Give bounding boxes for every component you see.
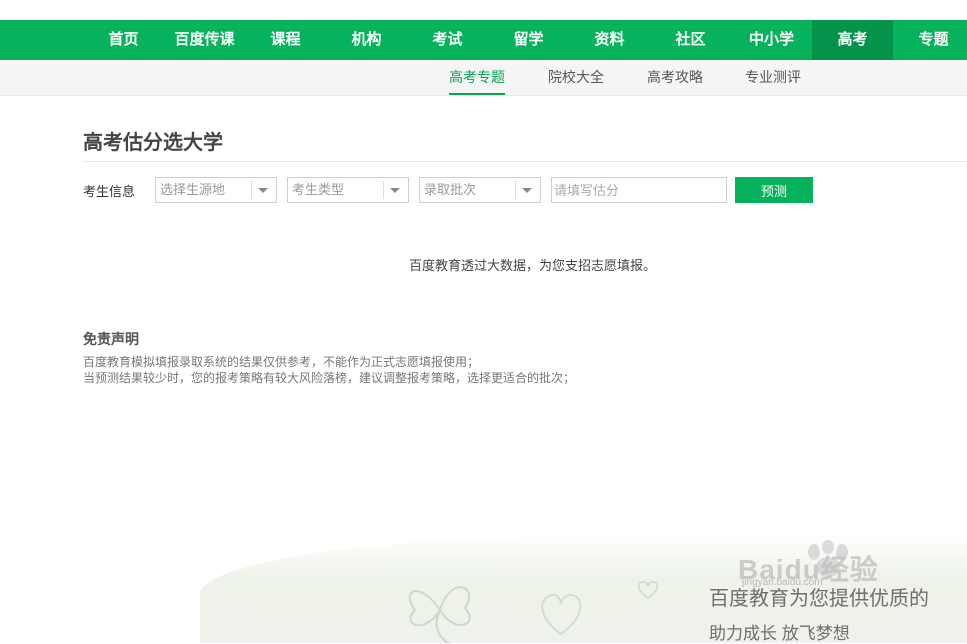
nav-item-courses[interactable]: 课程: [245, 20, 326, 60]
predict-button[interactable]: 预测: [735, 177, 813, 203]
source-region-select-value: 选择生源地: [160, 182, 226, 197]
chevron-down-icon: [258, 188, 268, 193]
nav-item-exams[interactable]: 考试: [407, 20, 488, 60]
result-notice: 百度教育透过大数据，为您支招志愿填报。: [409, 258, 657, 273]
disclaimer-title: 免责声明: [83, 331, 139, 347]
nav-item-study-abroad[interactable]: 留学: [488, 20, 569, 60]
nav-item-community[interactable]: 社区: [650, 20, 731, 60]
sub-nav: 高考专题 院校大全 高考攻略 专业测评: [0, 60, 967, 96]
chevron-down-icon: [390, 188, 400, 193]
candidate-type-select-value: 考生类型: [292, 182, 345, 197]
nav-item-chuanke[interactable]: 百度传课: [164, 20, 245, 60]
admission-batch-select[interactable]: 录取批次: [419, 177, 541, 203]
estimated-score-input[interactable]: [551, 177, 727, 203]
nav-item-topics[interactable]: 专题: [893, 20, 967, 60]
clover-decoration-icon: [408, 586, 471, 643]
candidate-info-label: 考生信息: [83, 184, 136, 199]
top-nav: 首页 百度传课 课程 机构 考试 留学 资料 社区 中小学 高考 专题: [0, 20, 967, 60]
select-separator: [251, 181, 252, 199]
subnav-tab-major-test[interactable]: 专业测评: [745, 60, 801, 93]
small-heart-decoration-icon: [637, 581, 659, 599]
banner-text-line1: 百度教育为您提供优质的: [709, 588, 929, 610]
nav-item-materials[interactable]: 资料: [569, 20, 650, 60]
chevron-down-icon: [522, 188, 532, 193]
subnav-tab-colleges[interactable]: 院校大全: [548, 60, 604, 93]
source-region-select[interactable]: 选择生源地: [155, 177, 277, 203]
admission-batch-select-value: 录取批次: [424, 182, 477, 197]
page-title: 高考估分选大学: [83, 132, 223, 154]
subnav-tab-gaokao-topics[interactable]: 高考专题: [449, 60, 505, 95]
title-divider: [83, 161, 967, 162]
heart-leaf-decoration-icon: [541, 594, 582, 636]
candidate-type-select[interactable]: 考生类型: [287, 177, 409, 203]
disclaimer-line: 百度教育模拟填报录取系统的结果仅供参考，不能作为正式志愿填报使用；: [83, 355, 480, 369]
disclaimer-line: 当预测结果较少时，您的报考策略有较大风险落榜，建议调整报考策略，选择更适合的批次…: [83, 371, 576, 385]
nav-item-home[interactable]: 首页: [83, 20, 164, 60]
banner-text-line2: 助力成长 放飞梦想: [709, 624, 850, 643]
select-separator: [383, 181, 384, 199]
select-separator: [515, 181, 516, 199]
nav-item-gaokao[interactable]: 高考: [812, 20, 893, 60]
nav-item-institutions[interactable]: 机构: [326, 20, 407, 60]
subnav-tab-strategy[interactable]: 高考攻略: [647, 60, 703, 93]
nav-item-k12[interactable]: 中小学: [731, 20, 812, 60]
